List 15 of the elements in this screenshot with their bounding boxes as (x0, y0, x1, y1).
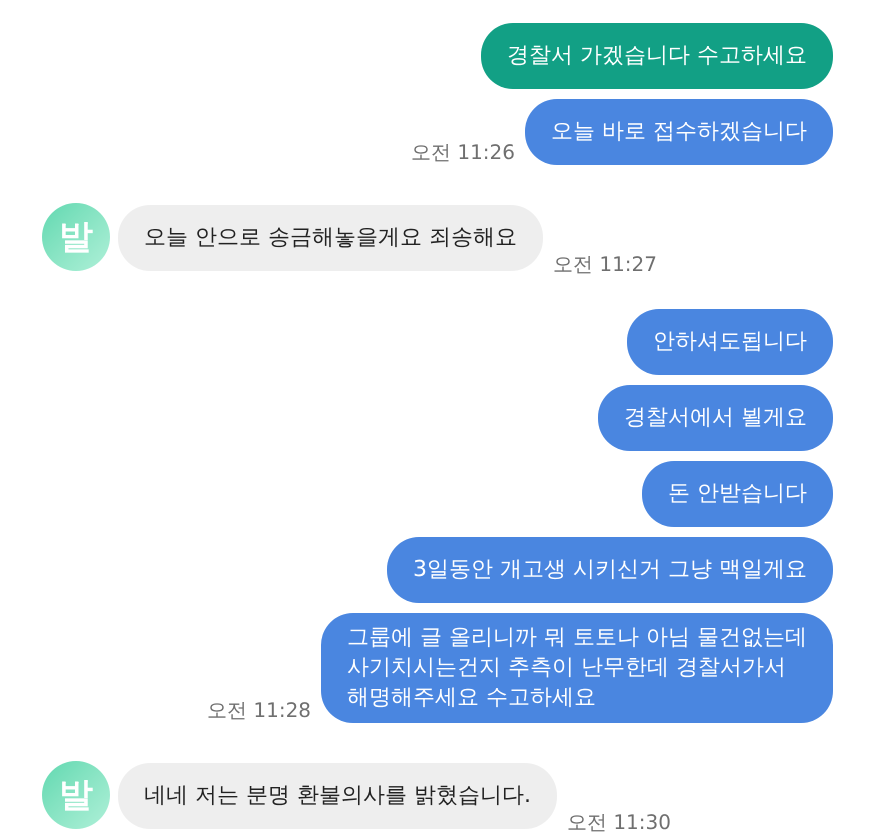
message-time: 오전 11:30 (566, 812, 671, 832)
message-bubble: 경찰서에서 뵐게요 (598, 385, 833, 451)
message-time: 오전 11:28 (207, 700, 312, 720)
message-bubble: 오늘 바로 접수하겠습니다 (525, 99, 833, 165)
message-time: 오전 11:26 (411, 142, 515, 162)
message-bubble: 안하셔도됩니다 (627, 309, 833, 375)
avatar: 발 (42, 203, 110, 271)
message-bubble: 3일동안 개고생 시키신거 그냥 맥일게요 (387, 537, 833, 603)
message-bubble: 네네 저는 분명 환불의사를 밝혔습니다. (118, 763, 557, 829)
message-bubble: 돈 안받습니다 (642, 461, 833, 527)
message-bubble: 경찰서 가겠습니다 수고하세요 (481, 23, 833, 89)
avatar: 발 (42, 761, 110, 829)
message-time: 오전 11:27 (552, 254, 657, 274)
message-bubble: 그룹에 글 올리니까 뭐 토토나 아님 물건없는데 사기치시는건지 추측이 난무한데 경찰서가서 해명해주세요 수고하세요 (321, 613, 833, 723)
message-bubble: 오늘 안으로 송금해놓을게요 죄송해요 (118, 205, 543, 271)
